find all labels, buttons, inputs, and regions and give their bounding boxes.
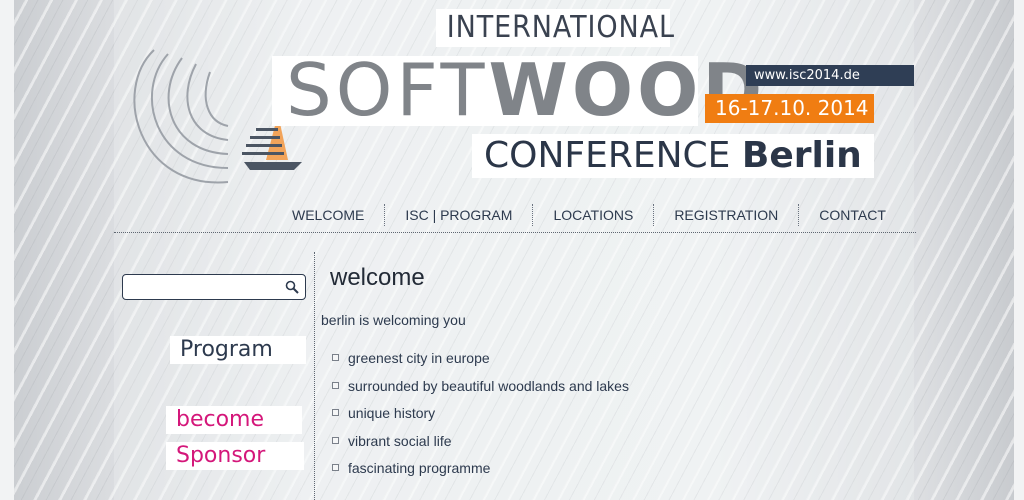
feature-list: greenest city in europe surrounded by be… <box>330 346 629 484</box>
list-item-text: unique history <box>348 405 436 421</box>
date-badge: 16-17.10. 2014 <box>705 94 874 123</box>
intro-text: berlin is welcoming you <box>321 312 466 328</box>
page-title: welcome <box>330 264 425 291</box>
nav-contact[interactable]: CONTACT <box>798 204 906 226</box>
list-item-text: fascinating programme <box>348 460 491 476</box>
bullet-square-icon <box>332 464 339 471</box>
nav-divider <box>114 232 916 233</box>
list-item-text: greenest city in europe <box>348 350 490 366</box>
list-item: greenest city in europe <box>330 346 629 374</box>
title-city: Berlin <box>741 135 862 176</box>
title-softwood-text: SOFTWOOD <box>286 54 766 126</box>
search-input[interactable] <box>127 278 281 298</box>
nav-locations[interactable]: LOCATIONS <box>532 204 653 226</box>
sidebar-divider <box>314 252 315 500</box>
list-item: fascinating programme <box>330 456 629 484</box>
list-item-text: surrounded by beautiful woodlands and la… <box>348 377 629 394</box>
program-link[interactable]: Program <box>170 336 306 364</box>
title-softwood: SOFTWOOD <box>272 54 762 126</box>
become-sponsor-link-line1[interactable]: become <box>166 406 302 434</box>
right-margin <box>1014 0 1024 500</box>
title-international: INTERNATIONAL <box>436 9 674 47</box>
title-conference-text: CONFERENCE <box>484 135 731 176</box>
bullet-square-icon <box>332 354 339 361</box>
bullet-square-icon <box>332 381 339 389</box>
list-item: surrounded by beautiful woodlands and la… <box>330 374 629 402</box>
nav-registration[interactable]: REGISTRATION <box>653 204 798 226</box>
bullet-square-icon <box>332 409 339 416</box>
title-soft: SOFT <box>286 48 489 132</box>
title-conference: CONFERENCE Berlin <box>472 134 874 178</box>
bullet-square-icon <box>332 436 339 444</box>
search-icon[interactable] <box>285 280 299 294</box>
search-box <box>122 274 306 300</box>
nav-welcome[interactable]: WELCOME <box>272 204 384 226</box>
nav-isc-program[interactable]: ISC | PROGRAM <box>384 204 532 226</box>
list-item: vibrant social life <box>330 429 629 457</box>
main-navigation: WELCOME ISC | PROGRAM LOCATIONS REGISTRA… <box>272 200 912 230</box>
left-margin <box>0 0 14 500</box>
list-item: unique history <box>330 401 629 429</box>
url-badge[interactable]: www.isc2014.de <box>746 65 914 86</box>
become-sponsor-link-line2[interactable]: Sponsor <box>166 442 304 470</box>
list-item-text: vibrant social life <box>348 432 452 449</box>
